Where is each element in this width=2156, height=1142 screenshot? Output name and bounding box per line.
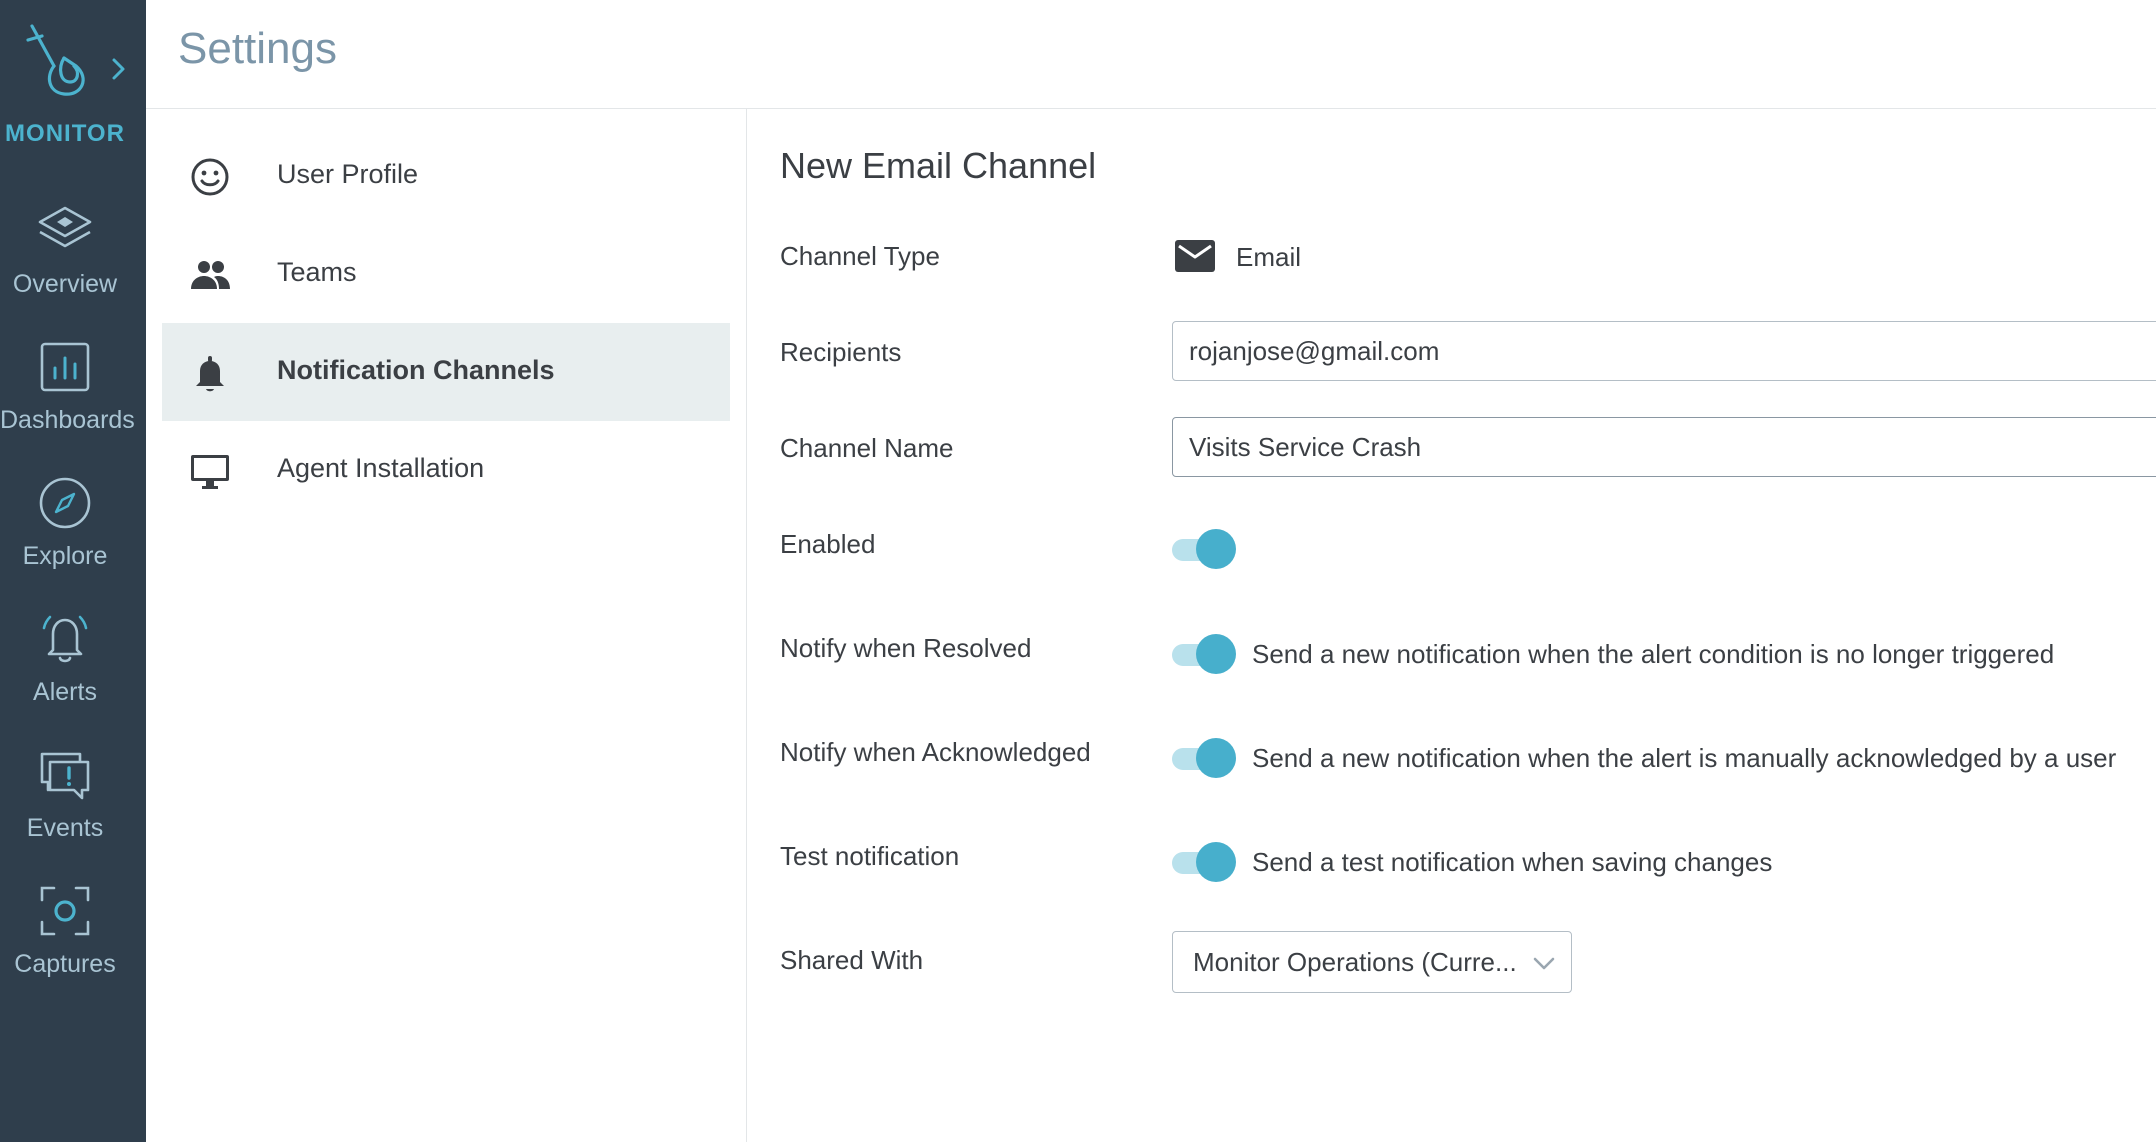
form-title: New Email Channel	[780, 145, 1097, 186]
rail-item-captures[interactable]: Captures	[0, 882, 130, 1012]
shared-with-value: Monitor Operations (Curre...	[1193, 947, 1517, 977]
notify-resolved-label: Notify when Resolved	[780, 633, 1032, 663]
recipients-input[interactable]	[1172, 321, 2156, 381]
channel-type-value: Email	[1236, 242, 1302, 272]
recipients-label: Recipients	[780, 337, 902, 367]
toggle-knob	[1196, 738, 1236, 778]
bar-chart-icon	[40, 342, 90, 392]
bell-icon	[196, 356, 224, 392]
test-notification-toggle[interactable]	[1172, 840, 1240, 884]
rail-item-alerts[interactable]: Alerts	[0, 610, 130, 740]
brand[interactable]: MONITOR	[0, 0, 146, 160]
notify-resolved-toggle[interactable]	[1172, 632, 1240, 676]
people-icon	[191, 261, 230, 289]
toggle-knob	[1196, 529, 1236, 569]
page-title: Settings	[178, 24, 337, 73]
chevron-right-icon[interactable]	[110, 56, 128, 82]
rail-item-overview[interactable]: Overview	[0, 202, 130, 332]
notify-acknowledged-description: Send a new notification when the alert i…	[1252, 743, 2117, 773]
rail-item-events[interactable]: Events	[0, 746, 130, 876]
channel-name-input[interactable]	[1172, 417, 2156, 477]
toggle-knob	[1196, 634, 1236, 674]
rail-item-explore[interactable]: Explore	[0, 474, 130, 604]
subnav-label: Notification Channels	[277, 355, 555, 385]
notify-acknowledged-toggle[interactable]	[1172, 736, 1240, 780]
chat-alert-icon	[40, 752, 90, 800]
main-nav-rail: MONITOR Overview Dashboards Explore Aler…	[0, 0, 146, 1142]
page-header: Settings	[146, 0, 2156, 109]
smiley-icon	[191, 158, 229, 196]
channel-form: New Email Channel Channel Type Email Rec…	[748, 109, 2156, 1142]
enabled-toggle[interactable]	[1172, 527, 1240, 571]
subnav-item-agent-installation[interactable]: Agent Installation	[162, 421, 730, 519]
rail-label: Events	[26, 814, 104, 842]
channel-name-label: Channel Name	[780, 433, 954, 463]
notify-resolved-description: Send a new notification when the alert c…	[1252, 639, 2055, 669]
subnav-item-teams[interactable]: Teams	[162, 225, 730, 323]
channel-type-label: Channel Type	[780, 241, 940, 271]
subnav-label: Teams	[277, 257, 357, 287]
rail-label: Overview	[12, 270, 118, 298]
compass-icon	[39, 477, 91, 529]
capture-icon	[40, 886, 90, 936]
subnav-label: Agent Installation	[277, 453, 485, 483]
subnav-label: User Profile	[277, 159, 419, 189]
envelope-icon	[1175, 240, 1215, 272]
brand-name: MONITOR	[5, 120, 125, 147]
chevron-down-icon	[1533, 957, 1555, 970]
test-notification-label: Test notification	[780, 841, 960, 871]
test-notification-description: Send a test notification when saving cha…	[1252, 847, 1773, 877]
rail-item-dashboards[interactable]: Dashboards	[0, 338, 135, 468]
monitor-icon	[191, 455, 229, 489]
rail-label: Alerts	[33, 678, 97, 706]
notify-acknowledged-label: Notify when Acknowledged	[780, 737, 1091, 767]
rail-label: Explore	[22, 542, 108, 570]
subnav-item-notification-channels[interactable]: Notification Channels	[162, 323, 730, 421]
subnav-item-user-profile[interactable]: User Profile	[162, 127, 730, 225]
shared-with-label: Shared With	[780, 945, 924, 975]
enabled-label: Enabled	[780, 529, 876, 559]
rail-label: Dashboards	[0, 406, 135, 434]
toggle-knob	[1196, 842, 1236, 882]
rail-label: Captures	[14, 950, 116, 978]
shared-with-select[interactable]: Monitor Operations (Curre...	[1172, 931, 1572, 993]
bell-icon	[42, 615, 88, 663]
layers-icon	[38, 206, 92, 248]
monitor-logo-icon	[26, 24, 85, 96]
